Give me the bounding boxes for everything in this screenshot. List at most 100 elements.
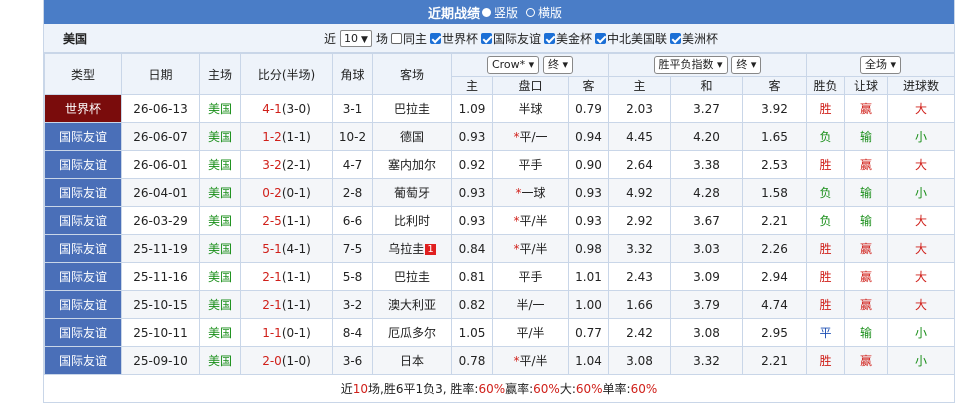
table-row[interactable]: 国际友谊 25-09-10 美国 2-0(1-0) 3-6 日本 0.78 *平/半 1.04 3… [44, 346, 955, 375]
vertical-radio[interactable] [481, 7, 491, 17]
home-team[interactable]: 美国 [199, 122, 241, 151]
red-card-badge: 1 [425, 244, 436, 255]
match-type[interactable]: 国际友谊 [44, 262, 122, 291]
away-team[interactable]: 乌拉圭 1 [372, 234, 452, 263]
match-score[interactable]: 0-2(0-1) [240, 178, 333, 207]
home-team[interactable]: 美国 [199, 150, 241, 179]
away-team[interactable]: 厄瓜多尔 [372, 318, 452, 347]
away-team[interactable]: 巴拉圭 [372, 262, 452, 291]
away-team-name[interactable]: 巴拉圭 [394, 102, 430, 116]
league-checkbox[interactable] [595, 32, 607, 44]
match-type[interactable]: 国际友谊 [44, 346, 122, 375]
home-team[interactable]: 美国 [199, 318, 241, 347]
match-score[interactable]: 3-2(2-1) [240, 150, 333, 179]
match-score[interactable]: 5-1(4-1) [240, 234, 333, 263]
home-team[interactable]: 美国 [199, 290, 241, 319]
league-checkbox[interactable] [544, 32, 555, 44]
col-score: 比分(半场) [240, 53, 333, 95]
league-checkbox[interactable] [429, 32, 441, 44]
chevron-down-icon: ▾ [750, 58, 757, 71]
away-team-name[interactable]: 葡萄牙 [394, 186, 430, 200]
away-team-name[interactable]: 乌拉圭 [388, 242, 424, 256]
league-checkbox[interactable] [480, 32, 492, 44]
table-row[interactable]: 国际友谊 26-04-01 美国 0-2(0-1) 2-8 葡萄牙 0.93 *一球 0.93 4… [44, 178, 955, 207]
full-score[interactable]: 2-1 [262, 270, 282, 284]
full-score[interactable]: 1-1 [262, 326, 282, 340]
table-row[interactable]: 世界杯 26-06-13 美国 4-1(3-0) 3-1 巴拉圭 1.09 半球 0.79 2.0… [44, 94, 955, 123]
match-type[interactable]: 国际友谊 [44, 122, 122, 151]
away-team-name[interactable]: 比利时 [394, 214, 430, 228]
away-team-name[interactable]: 德国 [400, 130, 424, 144]
away-team[interactable]: 葡萄牙 [372, 178, 452, 207]
panel-title: 近期战绩 [427, 6, 480, 22]
odds-home-win: 1.66 [608, 290, 671, 319]
match-date: 26-06-13 [121, 94, 200, 123]
match-score[interactable]: 1-1(0-1) [240, 318, 333, 347]
match-type[interactable]: 世界杯 [44, 94, 122, 123]
home-team[interactable]: 美国 [199, 178, 241, 207]
full-score[interactable]: 2-0 [262, 354, 282, 368]
col-wl: 胜负 [806, 76, 845, 95]
home-team[interactable]: 美国 [199, 346, 241, 375]
match-score[interactable]: 2-5(1-1) [240, 206, 333, 235]
home-team[interactable]: 美国 [199, 94, 241, 123]
match-type[interactable]: 国际友谊 [44, 150, 122, 179]
table-row[interactable]: 国际友谊 26-06-01 美国 3-2(2-1) 4-7 塞内加尔 0.92 平手 0.90 2… [44, 150, 955, 179]
table-row[interactable]: 国际友谊 26-03-29 美国 2-5(1-1) 6-6 比利时 0.93 *平/半 0.93… [44, 206, 955, 235]
away-team[interactable]: 塞内加尔 [372, 150, 452, 179]
away-team[interactable]: 澳大利亚 [372, 290, 452, 319]
match-type[interactable]: 国际友谊 [44, 290, 122, 319]
result-handicap: 输 [844, 318, 888, 347]
table-row[interactable]: 国际友谊 25-11-16 美国 2-1(1-1) 5-8 巴拉圭 0.81 平手 1.01 2.… [44, 262, 955, 291]
full-score[interactable]: 2-1 [262, 298, 282, 312]
away-team[interactable]: 德国 [372, 122, 452, 151]
result-handicap: 赢 [844, 346, 888, 375]
full-score[interactable]: 0-2 [262, 186, 282, 200]
odds-type-select[interactable]: 胜平负指数 ▾ [653, 56, 728, 74]
match-score[interactable]: 4-1(3-0) [240, 94, 333, 123]
match-type[interactable]: 国际友谊 [44, 234, 122, 263]
full-score[interactable]: 4-1 [262, 102, 282, 116]
match-type[interactable]: 国际友谊 [44, 206, 122, 235]
table-row[interactable]: 国际友谊 25-10-11 美国 1-1(0-1) 8-4 厄瓜多尔 1.05 平/半 0.77… [44, 318, 955, 347]
result-wl: 胜 [806, 150, 845, 179]
odds-final-select[interactable]: 终 ▾ [731, 56, 762, 74]
match-score[interactable]: 2-1(1-1) [240, 290, 333, 319]
match-score[interactable]: 2-0(1-0) [240, 346, 333, 375]
full-score[interactable]: 3-2 [262, 158, 282, 172]
league-checkbox[interactable] [670, 32, 682, 44]
range-select[interactable]: 全场 ▾ [860, 56, 902, 74]
away-team-name[interactable]: 澳大利亚 [388, 298, 436, 312]
handicap-away-odds: 0.98 [568, 234, 609, 263]
away-team[interactable]: 巴拉圭 [372, 94, 452, 123]
full-score[interactable]: 1-2 [262, 130, 282, 144]
away-team-name[interactable]: 日本 [400, 354, 424, 368]
away-team[interactable]: 日本 [372, 346, 452, 375]
table-row[interactable]: 国际友谊 26-06-07 美国 1-2(1-1) 10-2 德国 0.93 *平/一 0.94… [44, 122, 955, 151]
match-score[interactable]: 2-1(1-1) [240, 262, 333, 291]
match-score[interactable]: 1-2(1-1) [240, 122, 333, 151]
recent-count-select[interactable]: 10 ▼ [340, 29, 372, 47]
home-team[interactable]: 美国 [199, 206, 241, 235]
match-type[interactable]: 国际友谊 [44, 318, 122, 347]
table-row[interactable]: 国际友谊 25-11-19 美国 5-1(4-1) 7-5 乌拉圭 1 0.84 *平/半 0.9… [44, 234, 955, 263]
odds-away-win: 1.65 [742, 122, 807, 151]
full-score[interactable]: 2-5 [262, 214, 282, 228]
away-team-name[interactable]: 巴拉圭 [394, 270, 430, 284]
handicap-away-odds: 0.90 [568, 150, 609, 179]
home-team[interactable]: 美国 [199, 262, 241, 291]
match-type[interactable]: 国际友谊 [44, 178, 122, 207]
handicap-away-odds: 0.79 [568, 94, 609, 123]
final-select[interactable]: 终 ▾ [543, 56, 574, 74]
odds-draw: 4.28 [670, 178, 743, 207]
company-select[interactable]: Crow* ▾ [486, 56, 540, 74]
horizontal-radio[interactable] [526, 7, 535, 17]
table-row[interactable]: 国际友谊 25-10-15 美国 2-1(1-1) 3-2 澳大利亚 0.82 半/一 1.00… [44, 290, 955, 319]
away-team-name[interactable]: 厄瓜多尔 [388, 326, 436, 340]
full-score[interactable]: 5-1 [262, 242, 282, 256]
same-host-checkbox[interactable] [390, 32, 402, 44]
home-team[interactable]: 美国 [199, 234, 241, 263]
away-team-name[interactable]: 塞内加尔 [388, 158, 436, 172]
away-team[interactable]: 比利时 [372, 206, 452, 235]
match-date: 25-09-10 [121, 346, 200, 375]
